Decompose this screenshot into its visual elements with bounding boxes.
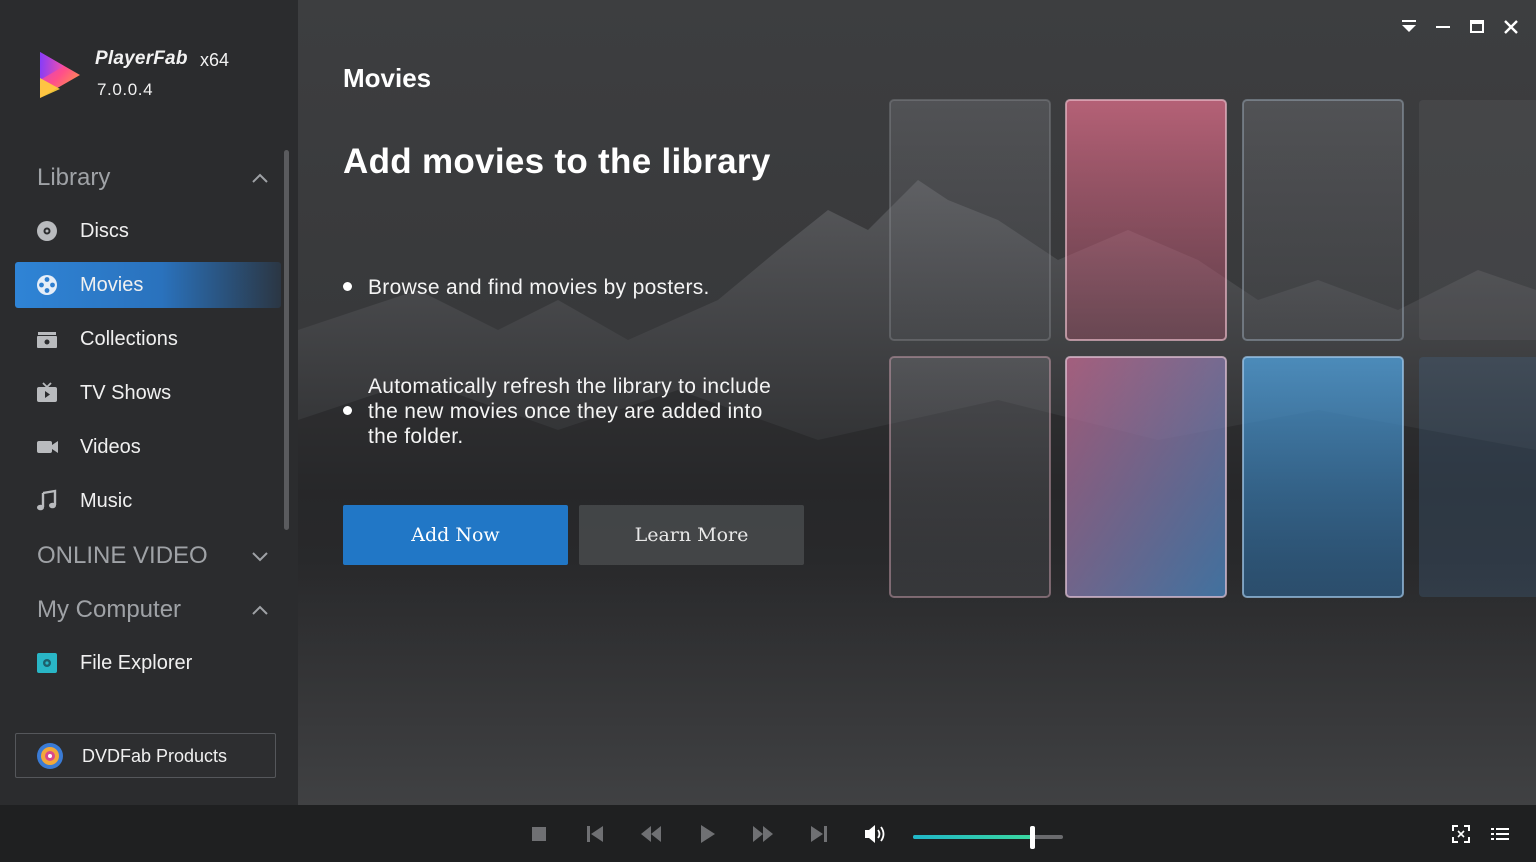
chevron-up-icon[interactable] — [250, 171, 270, 185]
sidebar-item-movies[interactable]: Movies — [15, 262, 281, 308]
sidebar-item-videos[interactable]: Videos — [15, 424, 281, 470]
sidebar-scrollbar[interactable] — [284, 150, 289, 530]
bullet-line: Browse and find movies by posters. — [368, 276, 710, 299]
page-title: Movies — [343, 63, 432, 93]
sidebar-item-file-explorer[interactable]: File Explorer — [15, 640, 281, 686]
disc-icon — [37, 221, 57, 241]
video-camera-icon — [37, 441, 58, 453]
sidebar-item-collections[interactable]: Collections — [15, 316, 281, 362]
close-icon[interactable] — [1500, 16, 1522, 38]
tv-icon — [37, 382, 57, 402]
bullet-line: the folder. — [368, 425, 464, 448]
sidebar-item-label: Movies — [80, 274, 144, 296]
minimize-icon[interactable] — [1432, 16, 1454, 38]
player-control-bar — [0, 805, 1536, 862]
dvdfab-logo-icon — [37, 743, 63, 769]
volume-slider-thumb[interactable] — [1030, 826, 1035, 849]
add-now-button[interactable]: Add Now — [343, 505, 568, 565]
fullscreen-icon[interactable] — [1449, 822, 1473, 846]
bullet-line: Automatically refresh the library to inc… — [368, 375, 772, 398]
playerfab-logo-icon — [40, 52, 80, 98]
online-video-section-heading[interactable]: ONLINE VIDEO — [37, 542, 208, 570]
bullet-text-browse: Browse and find movies by posters. — [368, 275, 710, 300]
sidebar-item-label: Collections — [80, 328, 178, 350]
sidebar-item-label: File Explorer — [80, 652, 193, 674]
headline: Add movies to the library — [343, 142, 771, 181]
volume-icon[interactable] — [863, 822, 887, 846]
stop-icon[interactable] — [527, 822, 551, 846]
sidebar-item-label: TV Shows — [80, 382, 172, 404]
play-icon[interactable] — [695, 822, 719, 846]
next-icon[interactable] — [807, 822, 831, 846]
app-arch: x64 — [200, 50, 230, 70]
sidebar-item-discs[interactable]: Discs — [15, 208, 281, 254]
chevron-down-icon[interactable] — [250, 549, 270, 563]
sidebar-item-tv-shows[interactable]: TV Shows — [15, 370, 281, 416]
bullet-text-refresh: Automatically refresh the library to inc… — [368, 374, 771, 449]
file-explorer-icon — [37, 653, 57, 673]
fast-forward-icon[interactable] — [751, 822, 775, 846]
bullet-dot — [343, 406, 352, 415]
rewind-icon[interactable] — [639, 822, 663, 846]
my-computer-section-heading[interactable]: My Computer — [37, 596, 181, 624]
film-reel-icon — [37, 275, 57, 295]
main-content: Movies Add movies to the library Browse … — [298, 0, 1536, 805]
sidebar-item-label: Music — [80, 490, 133, 512]
app-version: 7.0.0.4 — [97, 80, 154, 99]
bullet-dot — [343, 282, 352, 291]
sidebar-item-label: Videos — [80, 436, 141, 458]
app-name: PlayerFab — [95, 48, 188, 69]
volume-slider-fill — [913, 835, 1032, 839]
sidebar: PlayerFab x64 7.0.0.4 Library Discs Movi… — [0, 0, 298, 805]
chevron-up-icon[interactable] — [250, 603, 270, 617]
music-note-icon — [37, 489, 57, 511]
previous-icon[interactable] — [583, 822, 607, 846]
dvdfab-products-label: DVDFab Products — [82, 746, 228, 766]
collection-box-icon — [37, 332, 57, 348]
sidebar-item-music[interactable]: Music — [15, 478, 281, 524]
learn-more-button[interactable]: Learn More — [579, 505, 804, 565]
sidebar-item-label: Discs — [80, 220, 129, 242]
library-section-heading[interactable]: Library — [37, 164, 110, 192]
dropdown-icon[interactable] — [1398, 16, 1420, 38]
dvdfab-products-button[interactable]: DVDFab Products — [15, 733, 276, 778]
bullet-line: the new movies once they are added into — [368, 400, 763, 423]
maximize-icon[interactable] — [1466, 16, 1488, 38]
playlist-icon[interactable] — [1488, 822, 1512, 846]
